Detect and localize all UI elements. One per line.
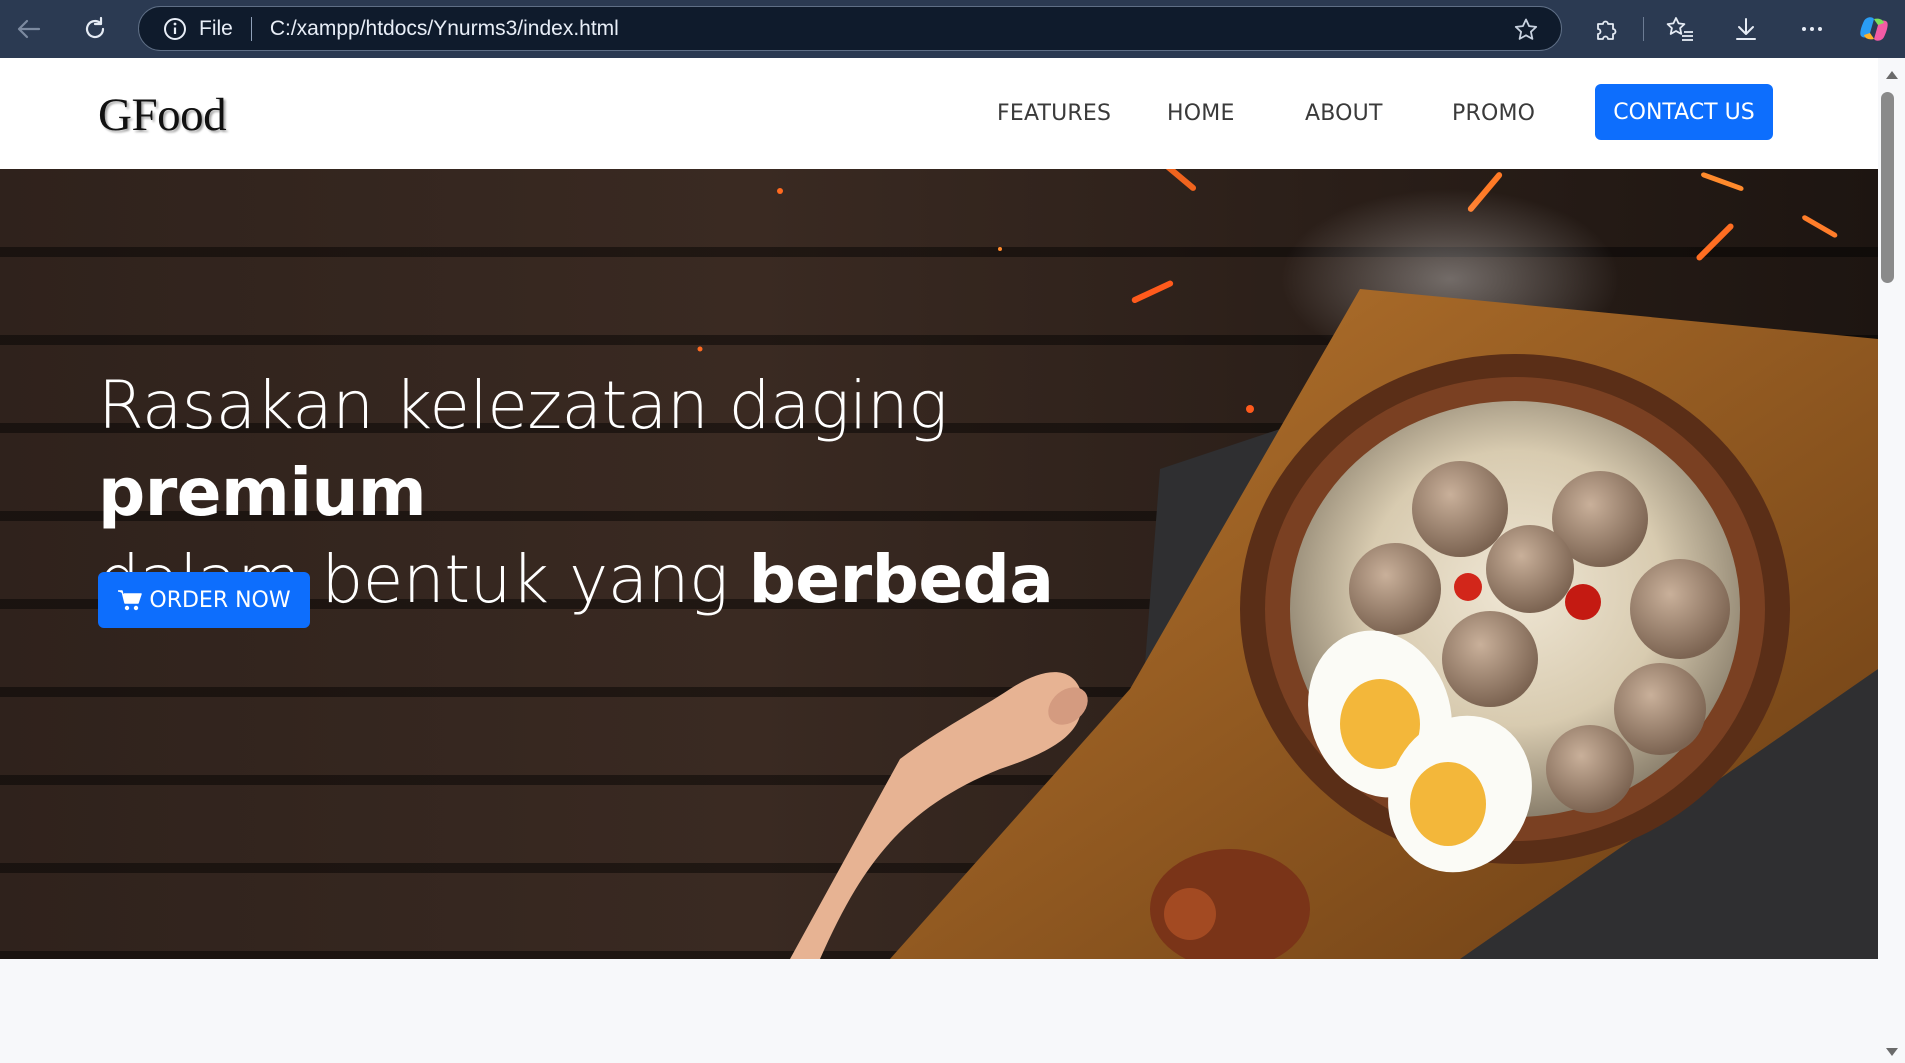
nav-link-about[interactable]: ABOUT bbox=[1305, 101, 1383, 126]
scroll-up-arrow-icon[interactable] bbox=[1885, 70, 1899, 80]
nav-link-home[interactable]: HOME bbox=[1167, 101, 1235, 126]
headline-line1-text: Rasakan kelezatan daging bbox=[98, 367, 948, 444]
headline-emphasis-berbeda: berbeda bbox=[748, 541, 1054, 618]
reload-icon bbox=[85, 16, 105, 39]
scrollbar-thumb[interactable] bbox=[1881, 92, 1894, 283]
copilot-icon bbox=[1860, 17, 1888, 41]
contact-us-button[interactable]: CONTACT US bbox=[1595, 84, 1773, 140]
arrow-left-icon bbox=[17, 19, 41, 39]
back-button[interactable] bbox=[12, 12, 46, 46]
address-separator bbox=[250, 16, 252, 41]
scroll-down-arrow-icon[interactable] bbox=[1885, 1047, 1899, 1057]
more-icon bbox=[1802, 27, 1822, 31]
order-now-label: ORDER NOW bbox=[149, 587, 291, 613]
site-navbar: GFood FEATURES HOME ABOUT PROMO CONTACT … bbox=[0, 58, 1878, 169]
copilot-button[interactable] bbox=[1857, 12, 1891, 46]
page-viewport: GFood FEATURES HOME ABOUT PROMO CONTACT … bbox=[0, 58, 1878, 1063]
nav-link-features[interactable]: FEATURES bbox=[997, 101, 1111, 126]
info-icon[interactable] bbox=[163, 17, 187, 41]
hero-section: Rasakan kelezatan daging premium dalam be… bbox=[0, 169, 1878, 959]
favorites-list-icon bbox=[1666, 17, 1693, 41]
nav-link-promo[interactable]: PROMO bbox=[1452, 101, 1535, 126]
scheme-label[interactable]: File bbox=[199, 17, 233, 41]
menu-button[interactable] bbox=[1795, 12, 1829, 46]
star-icon[interactable] bbox=[1513, 17, 1539, 43]
download-icon bbox=[1736, 18, 1756, 40]
cart-icon bbox=[118, 590, 143, 611]
url-text[interactable]: C:/xampp/htdocs/Ynurms3/index.html bbox=[270, 17, 619, 41]
toolbar-separator bbox=[1643, 17, 1644, 41]
favorites-button[interactable] bbox=[1663, 12, 1697, 46]
brand-logo[interactable]: GFood bbox=[98, 88, 227, 142]
downloads-button[interactable] bbox=[1729, 12, 1763, 46]
puzzle-icon bbox=[1597, 20, 1617, 40]
order-now-button[interactable]: ORDER NOW bbox=[98, 572, 310, 628]
reload-button[interactable] bbox=[78, 12, 112, 46]
address-bar[interactable]: File C:/xampp/htdocs/Ynurms3/index.html bbox=[138, 6, 1562, 51]
headline-emphasis-premium: premium bbox=[98, 454, 427, 531]
extensions-button[interactable] bbox=[1589, 12, 1623, 46]
browser-toolbar: File C:/xampp/htdocs/Ynurms3/index.html bbox=[0, 0, 1905, 58]
